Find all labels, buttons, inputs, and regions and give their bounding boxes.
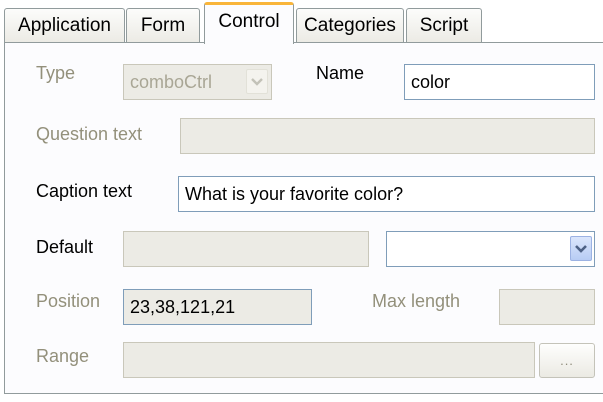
default-input xyxy=(123,231,369,267)
chevron-down-icon xyxy=(251,77,263,86)
caption-text-input[interactable]: What is your favorite color? xyxy=(178,176,595,212)
name-value: color xyxy=(411,72,451,92)
form-fields: Type comboCtrl Name color Question text … xyxy=(0,0,603,402)
type-dropdown-button xyxy=(246,69,268,94)
name-label: Name xyxy=(316,63,365,83)
range-input xyxy=(123,342,535,378)
default-select[interactable] xyxy=(386,231,595,267)
position-value: 23,38,121,21 xyxy=(130,297,236,317)
position-input: 23,38,121,21 xyxy=(123,289,312,325)
range-label: Range xyxy=(36,346,90,366)
max-length-input xyxy=(499,289,595,325)
max-length-label: Max length xyxy=(372,291,461,311)
default-label: Default xyxy=(36,237,94,257)
position-label: Position xyxy=(36,291,101,311)
type-value: comboCtrl xyxy=(130,72,213,92)
caption-text-label: Caption text xyxy=(36,181,133,201)
caption-text-value: What is your favorite color? xyxy=(185,184,404,204)
type-label: Type xyxy=(36,63,76,83)
default-dropdown-button[interactable] xyxy=(570,236,592,261)
question-text-input xyxy=(180,118,595,154)
chevron-down-icon xyxy=(575,244,587,253)
name-input[interactable]: color xyxy=(404,64,595,100)
question-text-label: Question text xyxy=(36,124,143,144)
range-browse-button: ... xyxy=(539,343,595,378)
